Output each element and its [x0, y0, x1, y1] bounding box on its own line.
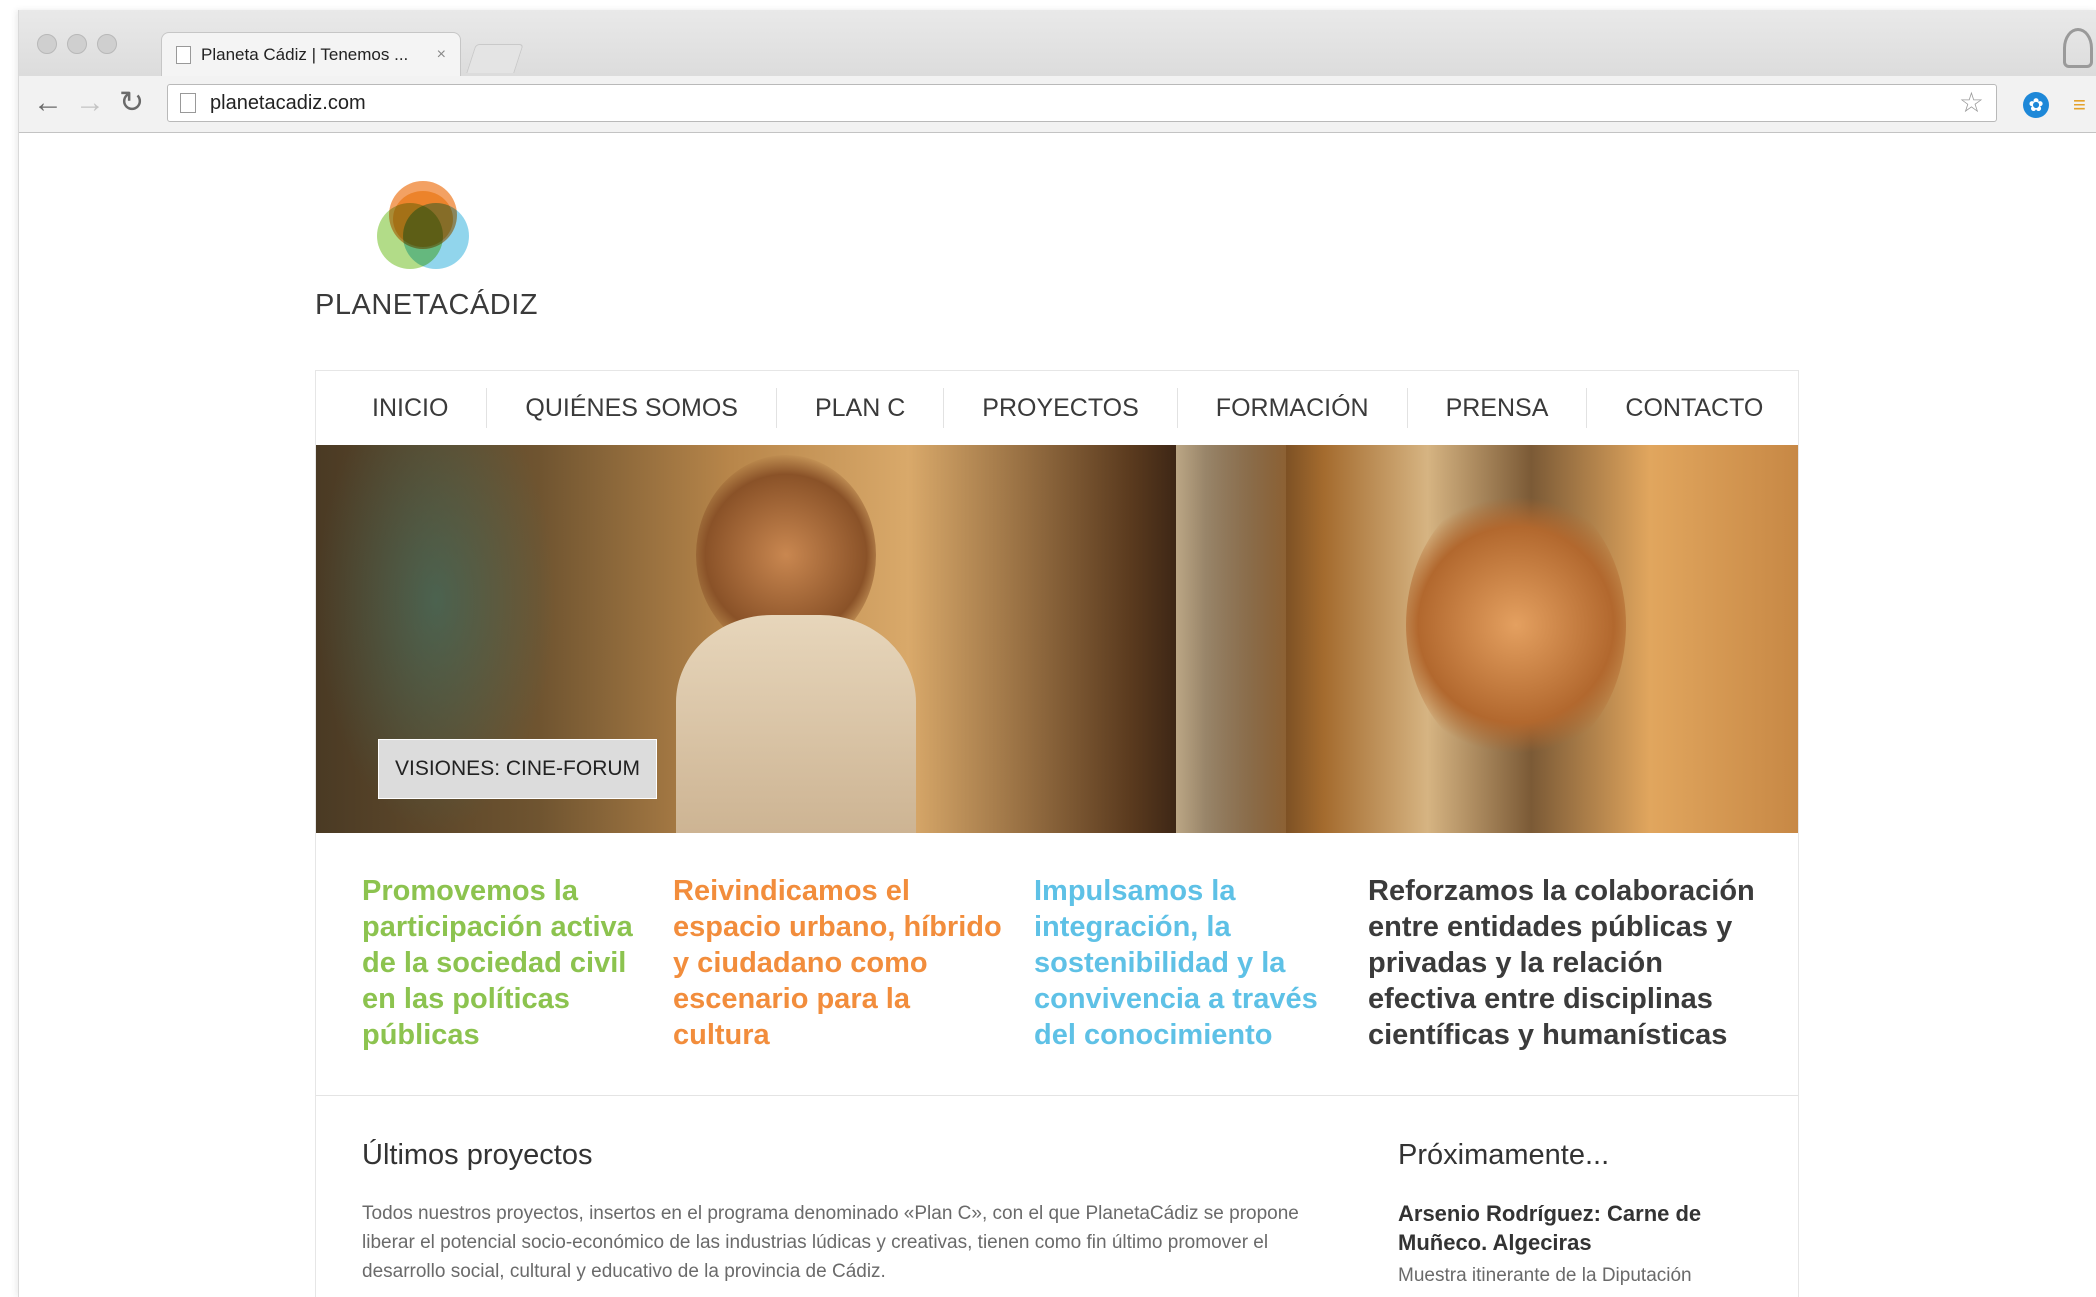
reload-icon[interactable]: ↻	[119, 86, 144, 120]
star-icon[interactable]: ☆	[1959, 88, 1984, 118]
page-icon	[180, 93, 196, 113]
back-arrow-icon[interactable]: ←	[33, 86, 63, 120]
nav-item-proyectos[interactable]: PROYECTOS	[944, 388, 1178, 428]
browser-tab[interactable]: Planeta Cádiz | Tenemos ... ×	[161, 32, 461, 76]
address-bar[interactable]: planetacadiz.com ☆	[167, 84, 1997, 122]
upcoming-event-title[interactable]: Arsenio Rodríguez: Carne de Muñeco. Alge…	[1398, 1199, 1728, 1257]
nav-item-contacto[interactable]: CONTACTO	[1587, 388, 1801, 428]
nav-item-formacion[interactable]: FORMACIÓN	[1178, 388, 1408, 428]
section-divider	[316, 1095, 1798, 1096]
window-controls	[37, 34, 117, 54]
tab-close-icon[interactable]: ×	[437, 46, 446, 64]
browser-window: Planeta Cádiz | Tenemos ... × ← → ↻ plan…	[18, 10, 2096, 1297]
nav-item-prensa[interactable]: PRENSA	[1408, 388, 1588, 428]
nav-item-plan-c[interactable]: PLAN C	[777, 388, 945, 428]
upcoming-heading: Próximamente...	[1398, 1139, 1610, 1171]
title-bar: Planeta Cádiz | Tenemos ... ×	[19, 10, 2096, 76]
nav-item-quienes-somos[interactable]: QUIÉNES SOMOS	[487, 388, 777, 428]
projects-description: Todos nuestros proyectos, insertos en el…	[362, 1203, 1299, 1282]
page-favicon-icon	[176, 45, 191, 64]
page-viewport: PLANETACÁDIZ INICIO QUIÉNES SOMOS PLAN C…	[19, 133, 2096, 1297]
zoom-window-button[interactable]	[97, 34, 117, 54]
projects-heading: Últimos proyectos	[362, 1139, 593, 1171]
mission-urban-space: Reivindicamos el espacio urbano, híbrido…	[673, 875, 1002, 1051]
browser-toolbar: ← → ↻ planetacadiz.com ☆ ✿ ≡	[19, 76, 2096, 133]
logo-mark-icon	[377, 181, 477, 281]
url-text[interactable]: planetacadiz.com	[210, 92, 366, 115]
mission-statements: Promovemos la participación activa de la…	[316, 833, 1798, 1095]
nav-item-inicio[interactable]: INICIO	[334, 388, 488, 428]
close-window-button[interactable]	[37, 34, 57, 54]
logo-text: PLANETACÁDIZ	[315, 289, 539, 321]
profile-icon[interactable]	[2063, 28, 2093, 68]
mission-participation: Promovemos la participación activa de la…	[362, 875, 633, 1051]
minimize-window-button[interactable]	[67, 34, 87, 54]
site-logo[interactable]: PLANETACÁDIZ	[315, 181, 545, 321]
hero-caption-button[interactable]: VISIONES: CINE-FORUM	[378, 739, 658, 799]
new-tab-button[interactable]	[466, 44, 524, 73]
extension-icon[interactable]: ✿	[2023, 92, 2049, 118]
mission-integration: Impulsamos la integración, la sostenibil…	[1034, 875, 1318, 1051]
menu-icon[interactable]: ≡	[2073, 94, 2093, 116]
main-content: INICIO QUIÉNES SOMOS PLAN C PROYECTOS FO…	[315, 370, 1799, 1297]
forward-arrow-icon[interactable]: →	[75, 86, 105, 120]
mission-collaboration: Reforzamos la colaboración entre entidad…	[1368, 875, 1755, 1051]
upcoming-event-description: Muestra itinerante de la Diputación	[1398, 1265, 1692, 1286]
main-navigation: INICIO QUIÉNES SOMOS PLAN C PROYECTOS FO…	[316, 371, 1798, 445]
hero-banner-image[interactable]: VISIONES: CINE-FORUM	[316, 445, 1798, 833]
tab-title: Planeta Cádiz | Tenemos ...	[201, 44, 409, 64]
